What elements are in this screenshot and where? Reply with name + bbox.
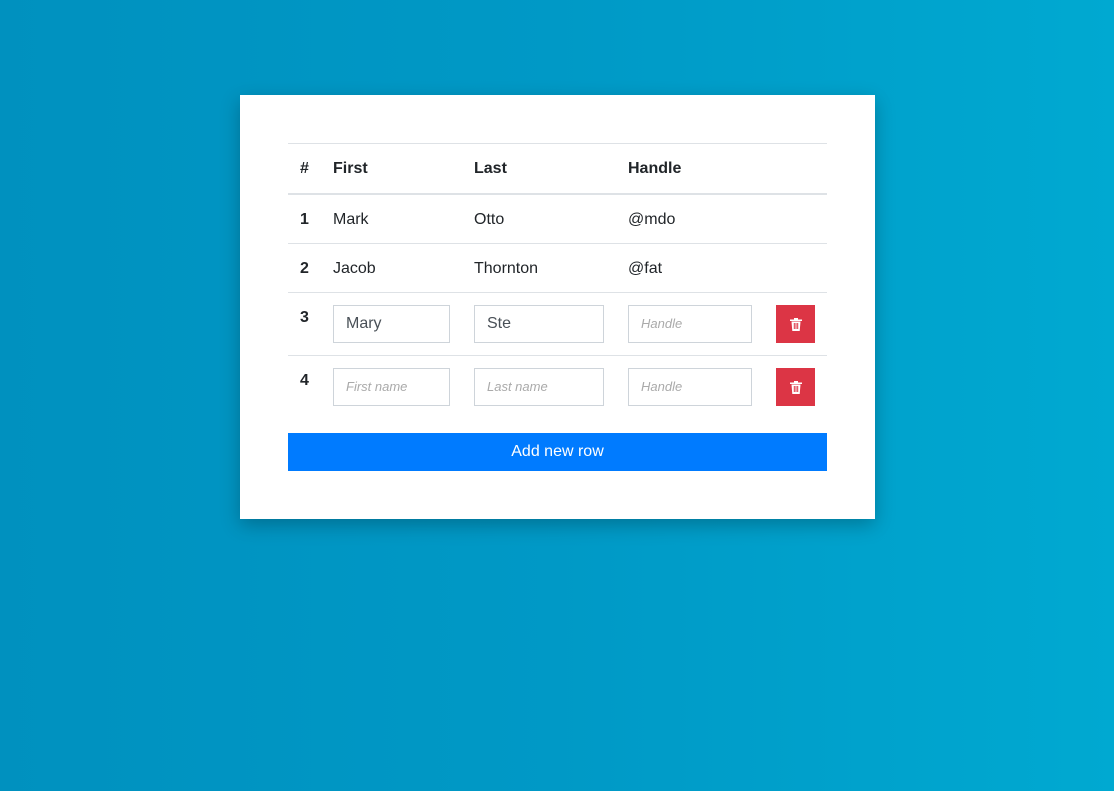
users-table: # First Last Handle 1 Mark Otto @mdo 2 J… <box>288 143 827 418</box>
row-number: 2 <box>300 260 309 277</box>
handle-cell: @mdo <box>628 211 676 228</box>
table-row: 2 Jacob Thornton @fat <box>288 243 827 292</box>
table-header: # First Last Handle <box>288 143 827 195</box>
last-name-input[interactable] <box>474 305 604 343</box>
last-name-input[interactable] <box>474 368 604 406</box>
first-name-input[interactable] <box>333 368 450 406</box>
handle-input[interactable] <box>628 368 752 406</box>
trash-icon <box>789 380 802 394</box>
table-card: # First Last Handle 1 Mark Otto @mdo 2 J… <box>240 95 875 519</box>
editable-row: 3 <box>288 292 827 355</box>
first-name-cell: Jacob <box>333 260 376 277</box>
table-row: 1 Mark Otto @mdo <box>288 195 827 243</box>
handle-cell: @fat <box>628 260 663 277</box>
add-new-row-button[interactable]: Add new row <box>288 433 827 471</box>
trash-icon <box>789 317 802 331</box>
row-number: 1 <box>300 211 309 228</box>
last-name-cell: Thornton <box>474 260 539 277</box>
last-name-cell: Otto <box>474 211 505 228</box>
header-first: First <box>333 160 368 177</box>
delete-row-button[interactable] <box>776 305 815 343</box>
row-number: 4 <box>300 372 309 389</box>
delete-row-button[interactable] <box>776 368 815 406</box>
first-name-input[interactable] <box>333 305 450 343</box>
first-name-cell: Mark <box>333 211 369 228</box>
header-handle: Handle <box>628 160 682 177</box>
header-num: # <box>300 160 309 177</box>
header-last: Last <box>474 160 507 177</box>
handle-input[interactable] <box>628 305 752 343</box>
row-number: 3 <box>300 309 309 326</box>
editable-row: 4 <box>288 355 827 418</box>
